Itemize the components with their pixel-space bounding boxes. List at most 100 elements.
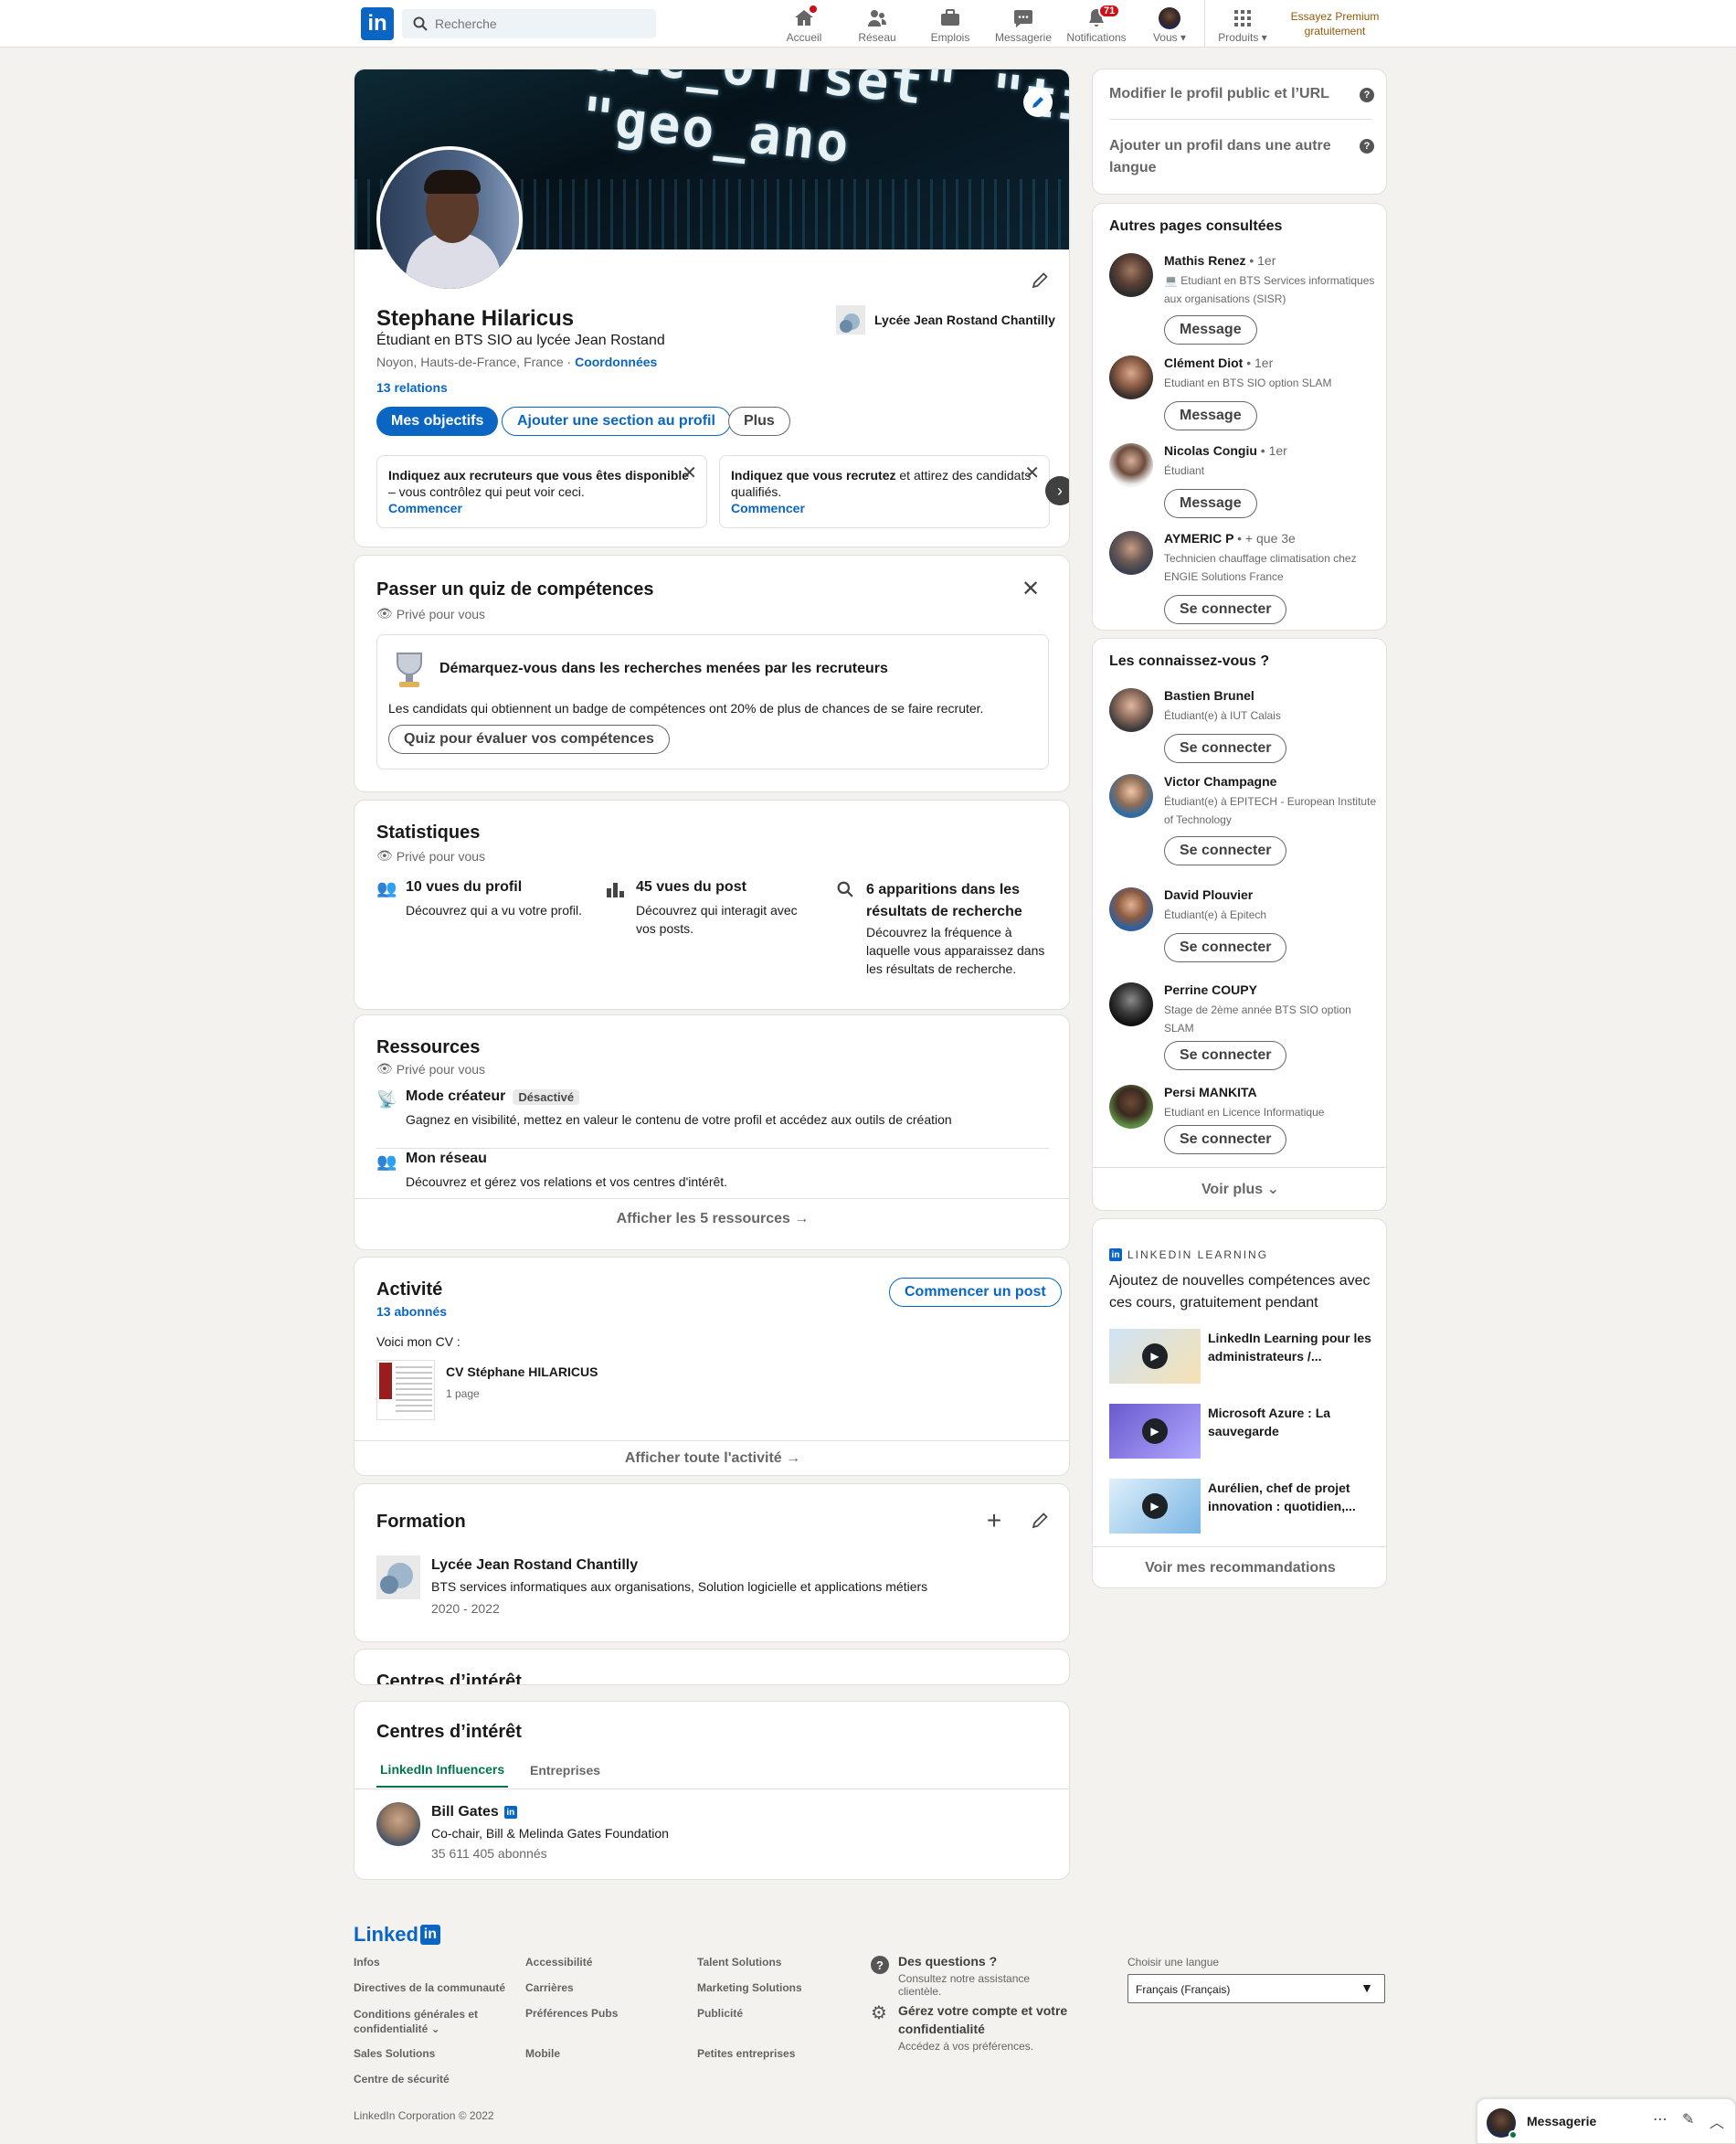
viewed-person-4[interactable]: AYMERIC P • + que 3e Technicien chauffag… xyxy=(1109,531,1383,624)
pymk-person-1[interactable]: Bastien Brunel Étudiant(e) à IUT Calais … xyxy=(1109,688,1383,763)
nav-products[interactable]: Produits ▾ xyxy=(1206,4,1279,44)
more-options-icon[interactable]: ⋯ xyxy=(1653,2110,1667,2128)
open-to-button[interactable]: Mes objectifs xyxy=(376,407,499,436)
connect-button[interactable]: Se connecter xyxy=(1164,734,1287,763)
compose-icon[interactable]: ✎ xyxy=(1682,2110,1694,2128)
stats-private: Privé pour vous xyxy=(396,848,486,864)
resource-my-network[interactable]: 👥 Mon réseau Découvrez et gérez vos rela… xyxy=(376,1151,1049,1205)
influencer-name-row[interactable]: Bill Gates in xyxy=(431,1804,517,1820)
nav-home[interactable]: Accueil xyxy=(767,4,841,44)
influencer-avatar[interactable] xyxy=(376,1802,420,1846)
pymk-person-3[interactable]: David Plouvier Étudiant(e) à Epitech Se … xyxy=(1109,887,1383,962)
stat-desc: Découvrez qui interagit avec vos posts. xyxy=(636,903,798,936)
help-sub: Consultez notre assistance clientèle. xyxy=(898,1972,1031,1998)
profile-photo[interactable] xyxy=(376,146,523,292)
footer-link[interactable]: Talent Solutions xyxy=(697,1956,781,1969)
nav-network[interactable]: Réseau xyxy=(841,4,914,44)
resources-title: Ressources xyxy=(376,1037,481,1057)
footer-link[interactable]: Sales Solutions xyxy=(354,2047,435,2060)
see-more-button[interactable]: Voir plus ⌄ xyxy=(1093,1180,1386,1198)
resource-creator-mode[interactable]: 📡 Mode créateur Désactivé Gagnez en visi… xyxy=(376,1088,1049,1149)
edit-public-profile-link[interactable]: Modifier le profil public et l’URL ? xyxy=(1109,86,1374,102)
pymk-person-5[interactable]: Persi MANKITA Etudiant en Licence Inform… xyxy=(1109,1085,1383,1160)
viewed-person-1[interactable]: Mathis Renez • 1er 💻 Etudiant en BTS Ser… xyxy=(1109,253,1383,345)
premium-link[interactable]: Essayez Premium gratuitement xyxy=(1286,9,1383,38)
school-link[interactable]: Lycée Jean Rostand Chantilly xyxy=(836,305,1055,334)
nav-messaging[interactable]: Messagerie xyxy=(987,4,1060,44)
influencer-followers: 35 611 405 abonnés xyxy=(431,1846,547,1861)
footer-link[interactable]: Publicité xyxy=(697,2007,743,2020)
viewed-person-2[interactable]: Clément Diot • 1er Etudiant en BTS SIO o… xyxy=(1109,356,1383,430)
viewed-person-3[interactable]: Nicolas Congiu • 1er Étudiant Message xyxy=(1109,443,1383,518)
close-icon[interactable]: ✕ xyxy=(1024,464,1040,483)
suggestion-start-link[interactable]: Commencer xyxy=(731,501,805,515)
messaging-label: Messagerie xyxy=(1527,2114,1597,2128)
show-all-activity-link[interactable]: Afficher toute l'activité → xyxy=(355,1450,1069,1467)
footer-link[interactable]: Marketing Solutions xyxy=(697,1981,802,1994)
start-post-button[interactable]: Commencer un post xyxy=(889,1278,1062,1307)
more-button[interactable]: Plus xyxy=(728,407,790,436)
tab-influencers[interactable]: LinkedIn Influencers xyxy=(376,1753,509,1788)
course-3[interactable]: ▶ Aurélien, chef de projet innovation : … xyxy=(1109,1479,1374,1537)
footer-link[interactable]: Infos xyxy=(354,1956,380,1969)
suggestion-card-open-to-work: Indiquez aux recruteurs que vous êtes di… xyxy=(376,455,707,528)
edit-education-button[interactable] xyxy=(1025,1506,1054,1535)
contact-info-link[interactable]: Coordonnées xyxy=(575,355,657,369)
footer-link[interactable]: Mobile xyxy=(525,2047,560,2060)
tab-companies[interactable]: Entreprises xyxy=(530,1753,600,1788)
connect-button[interactable]: Se connecter xyxy=(1164,836,1287,865)
add-language-profile-link[interactable]: Ajouter un profil dans une autre langue … xyxy=(1109,135,1374,179)
footer-link[interactable]: Conditions générales et confidentialité … xyxy=(354,2007,482,2036)
show-all-resources-link[interactable]: Afficher les 5 ressources → xyxy=(355,1211,1069,1227)
briefcase-icon xyxy=(941,9,959,26)
footer-link[interactable]: Préférences Pubs xyxy=(525,2007,618,2020)
message-button[interactable]: Message xyxy=(1164,315,1257,345)
edit-banner-button[interactable] xyxy=(1023,88,1053,117)
pymk-person-4[interactable]: Perrine COUPY Stage de 2ème année BTS SI… xyxy=(1109,982,1383,1074)
school-logo-shape2 xyxy=(380,1576,398,1594)
search-input[interactable] xyxy=(435,13,645,35)
messaging-overlay[interactable]: Messagerie ⋯ ✎ ︿ xyxy=(1477,2098,1736,2144)
activity-divider xyxy=(355,1440,1069,1441)
viewed-title: Autres pages consultées xyxy=(1109,218,1283,234)
school-logo[interactable] xyxy=(376,1555,420,1599)
see-more-label: Voir plus xyxy=(1201,1182,1264,1197)
message-button[interactable]: Message xyxy=(1164,401,1257,430)
education-school[interactable]: Lycée Jean Rostand Chantilly xyxy=(431,1557,638,1574)
suggestion-card-hiring: Indiquez que vous recrutez et attirez de… xyxy=(719,455,1050,528)
linkedin-logo[interactable]: in xyxy=(361,7,394,40)
influencer-title: Co-chair, Bill & Melinda Gates Foundatio… xyxy=(431,1826,669,1841)
close-icon[interactable]: ✕ xyxy=(682,464,697,483)
course-1[interactable]: ▶ LinkedIn Learning pour les administrat… xyxy=(1109,1329,1374,1387)
language-select[interactable]: Français (Français) ▼ xyxy=(1127,1974,1385,2003)
edit-intro-button[interactable] xyxy=(1025,266,1054,295)
message-button[interactable]: Message xyxy=(1164,489,1257,518)
footer-link[interactable]: Centre de sécurité xyxy=(354,2073,450,2086)
add-education-button[interactable]: + xyxy=(979,1506,1009,1535)
connect-button[interactable]: Se connecter xyxy=(1164,1125,1287,1154)
footer-link[interactable]: Directives de la communauté xyxy=(354,1981,505,1994)
footer-link[interactable]: Carrières xyxy=(525,1981,574,1994)
chevron-up-icon[interactable]: ︿ xyxy=(1710,2110,1724,2132)
add-section-button[interactable]: Ajouter une section au profil xyxy=(502,407,731,436)
footer-link[interactable]: Petites entreprises xyxy=(697,2047,795,2060)
nav-jobs[interactable]: Emplois xyxy=(914,4,987,44)
nav-notifications[interactable]: 71 Notifications xyxy=(1060,4,1133,44)
search-box[interactable] xyxy=(402,9,656,38)
followers-link[interactable]: 13 abonnés xyxy=(376,1304,447,1319)
connect-button[interactable]: Se connecter xyxy=(1164,933,1287,962)
close-icon[interactable]: ✕ xyxy=(1021,576,1040,602)
carousel-next-button[interactable]: › xyxy=(1045,476,1069,505)
nav-me[interactable]: Vous ▾ xyxy=(1133,4,1206,44)
document-thumbnail[interactable] xyxy=(376,1360,435,1420)
course-2[interactable]: ▶ Microsoft Azure : La sauvegarde xyxy=(1109,1404,1374,1462)
start-quiz-button[interactable]: Quiz pour évaluer vos compétences xyxy=(388,725,670,754)
connections-link[interactable]: 13 relations xyxy=(376,380,448,395)
connect-button[interactable]: Se connecter xyxy=(1164,1041,1287,1070)
footer-link[interactable]: Accessibilité xyxy=(525,1956,592,1969)
suggestion-start-link[interactable]: Commencer xyxy=(388,501,462,515)
footer-logo[interactable]: Linked in xyxy=(354,1923,440,1947)
pymk-person-2[interactable]: Victor Champagne Étudiant(e) à EPITECH -… xyxy=(1109,774,1383,865)
see-recommendations-link[interactable]: Voir mes recommandations xyxy=(1093,1560,1386,1576)
connect-button[interactable]: Se connecter xyxy=(1164,595,1287,624)
